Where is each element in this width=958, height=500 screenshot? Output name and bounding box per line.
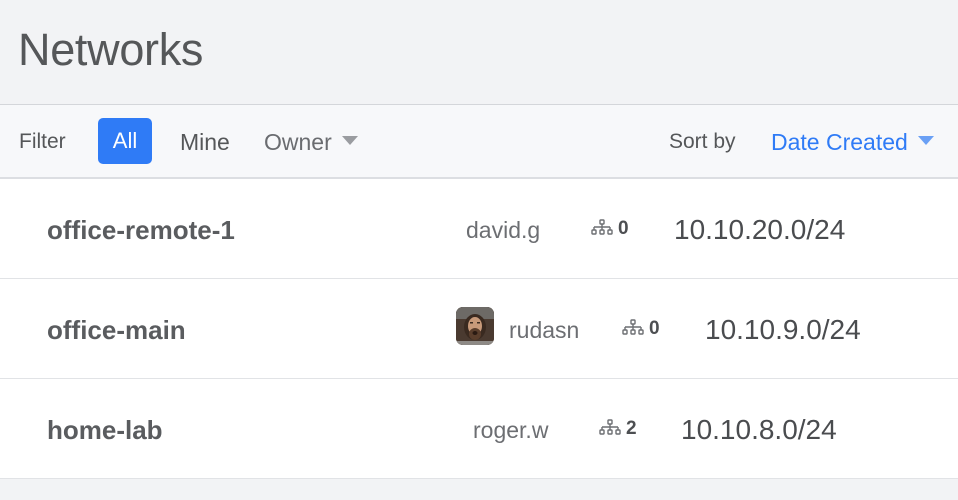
network-members-icon <box>599 419 621 435</box>
caret-down-icon <box>917 136 934 146</box>
network-cidr: 10.10.8.0/24 <box>681 414 837 445</box>
filter-owner-label: Owner <box>264 129 332 155</box>
list-footer-spacer <box>0 479 958 500</box>
members-count: 0 <box>649 318 660 339</box>
network-members: 0 <box>622 319 660 339</box>
network-members: 0 <box>591 219 629 239</box>
caret-down-icon <box>341 136 358 146</box>
filter-all-button[interactable]: All <box>98 118 152 164</box>
sort-value-label: Date Created <box>771 129 908 155</box>
network-owner: rudasn <box>509 317 580 343</box>
sort-label: Sort by <box>669 130 736 153</box>
page-header: Networks <box>0 0 958 105</box>
network-row[interactable]: office-remote-1 david.g 0 10.10.20.0/24 <box>0 179 958 280</box>
user-avatar-image <box>456 307 494 345</box>
networks-page: Networks Filter All Mine Owner Sort by D… <box>0 0 958 500</box>
filter-owner-dropdown[interactable]: Owner <box>264 129 358 155</box>
filter-label: Filter <box>19 130 66 153</box>
filter-bar: Filter All Mine Owner Sort by Date Creat… <box>0 105 958 179</box>
network-row[interactable]: office-main rudasn 0 10.10.9.0/24 <box>0 279 958 380</box>
filter-mine-button[interactable]: Mine <box>180 129 230 155</box>
sort-dropdown[interactable]: Date Created <box>771 129 934 155</box>
network-members: 2 <box>599 419 637 439</box>
network-name[interactable]: office-main <box>47 315 186 345</box>
members-count: 0 <box>618 218 629 239</box>
members-count: 2 <box>626 418 637 439</box>
avatar <box>456 307 494 345</box>
network-members-icon <box>622 319 644 335</box>
network-owner: roger.w <box>473 417 549 443</box>
network-cidr: 10.10.9.0/24 <box>705 314 861 345</box>
network-row[interactable]: home-lab roger.w 2 10.10.8.0/24 <box>0 379 958 480</box>
page-title: Networks <box>18 24 204 75</box>
network-members-icon <box>591 219 613 235</box>
network-owner: david.g <box>466 217 541 243</box>
network-cidr: 10.10.20.0/24 <box>674 214 846 245</box>
network-name[interactable]: home-lab <box>47 415 163 445</box>
network-name[interactable]: office-remote-1 <box>47 215 235 245</box>
